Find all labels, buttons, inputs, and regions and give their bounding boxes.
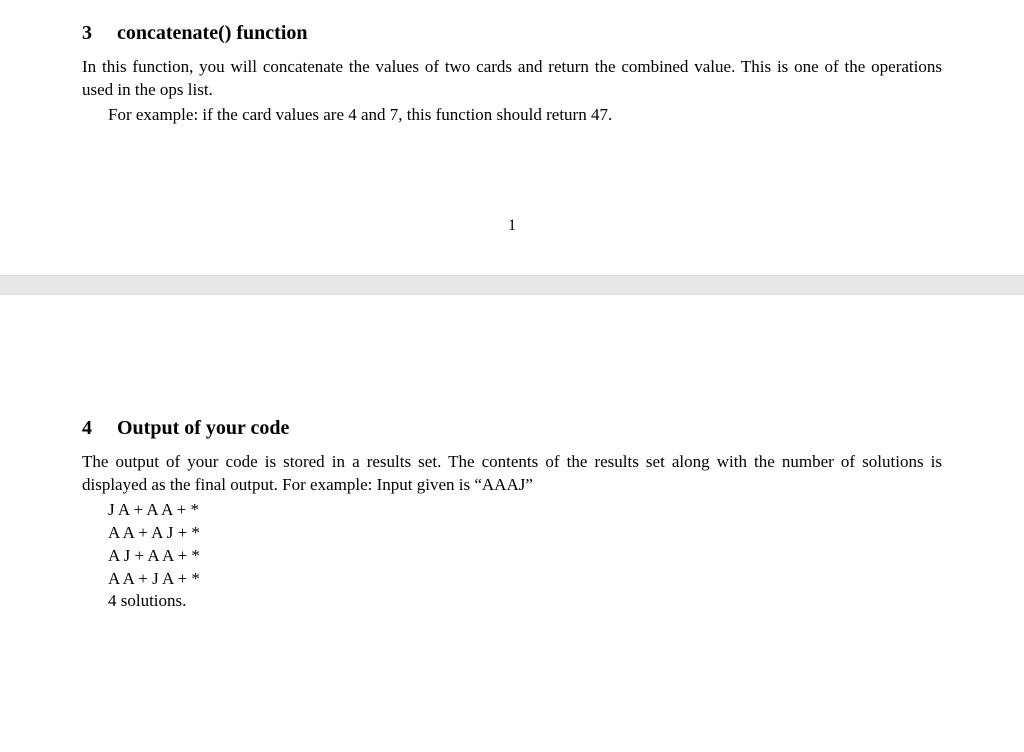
section-4-heading: 4 Output of your code <box>82 415 942 441</box>
page-2-top-margin <box>82 315 942 415</box>
section-4-number: 4 <box>82 415 112 441</box>
output-line: A J + A A + * <box>108 545 942 568</box>
page-2: 4 Output of your code The output of your… <box>0 295 1024 684</box>
output-line: 4 solutions. <box>108 590 942 613</box>
page-2-content: 4 Output of your code The output of your… <box>0 295 1024 684</box>
output-line: A A + A J + * <box>108 522 942 545</box>
section-3-heading: 3 concatenate() function <box>82 20 942 46</box>
page-1-content: 3 concatenate() function In this functio… <box>0 0 1024 275</box>
output-line: J A + A A + * <box>108 499 942 522</box>
page-number: 1 <box>82 217 942 235</box>
section-4-title: Output of your code <box>117 417 289 439</box>
page-1: 3 concatenate() function In this functio… <box>0 0 1024 275</box>
page-gap <box>0 275 1024 295</box>
section-3-para-2-text: For example: if the card values are 4 an… <box>108 105 612 124</box>
section-3-title: concatenate() function <box>117 22 308 44</box>
section-3-para-1: In this function, you will concatenate t… <box>82 56 942 102</box>
section-3-para-2: For example: if the card values are 4 an… <box>82 104 942 127</box>
output-line: A A + J A + * <box>108 568 942 591</box>
section-3-number: 3 <box>82 20 112 46</box>
section-4-para-1: The output of your code is stored in a r… <box>82 451 942 497</box>
page-2-bottom-margin <box>82 613 942 653</box>
section-4-output-list: J A + A A + * A A + A J + * A J + A A + … <box>108 499 942 614</box>
